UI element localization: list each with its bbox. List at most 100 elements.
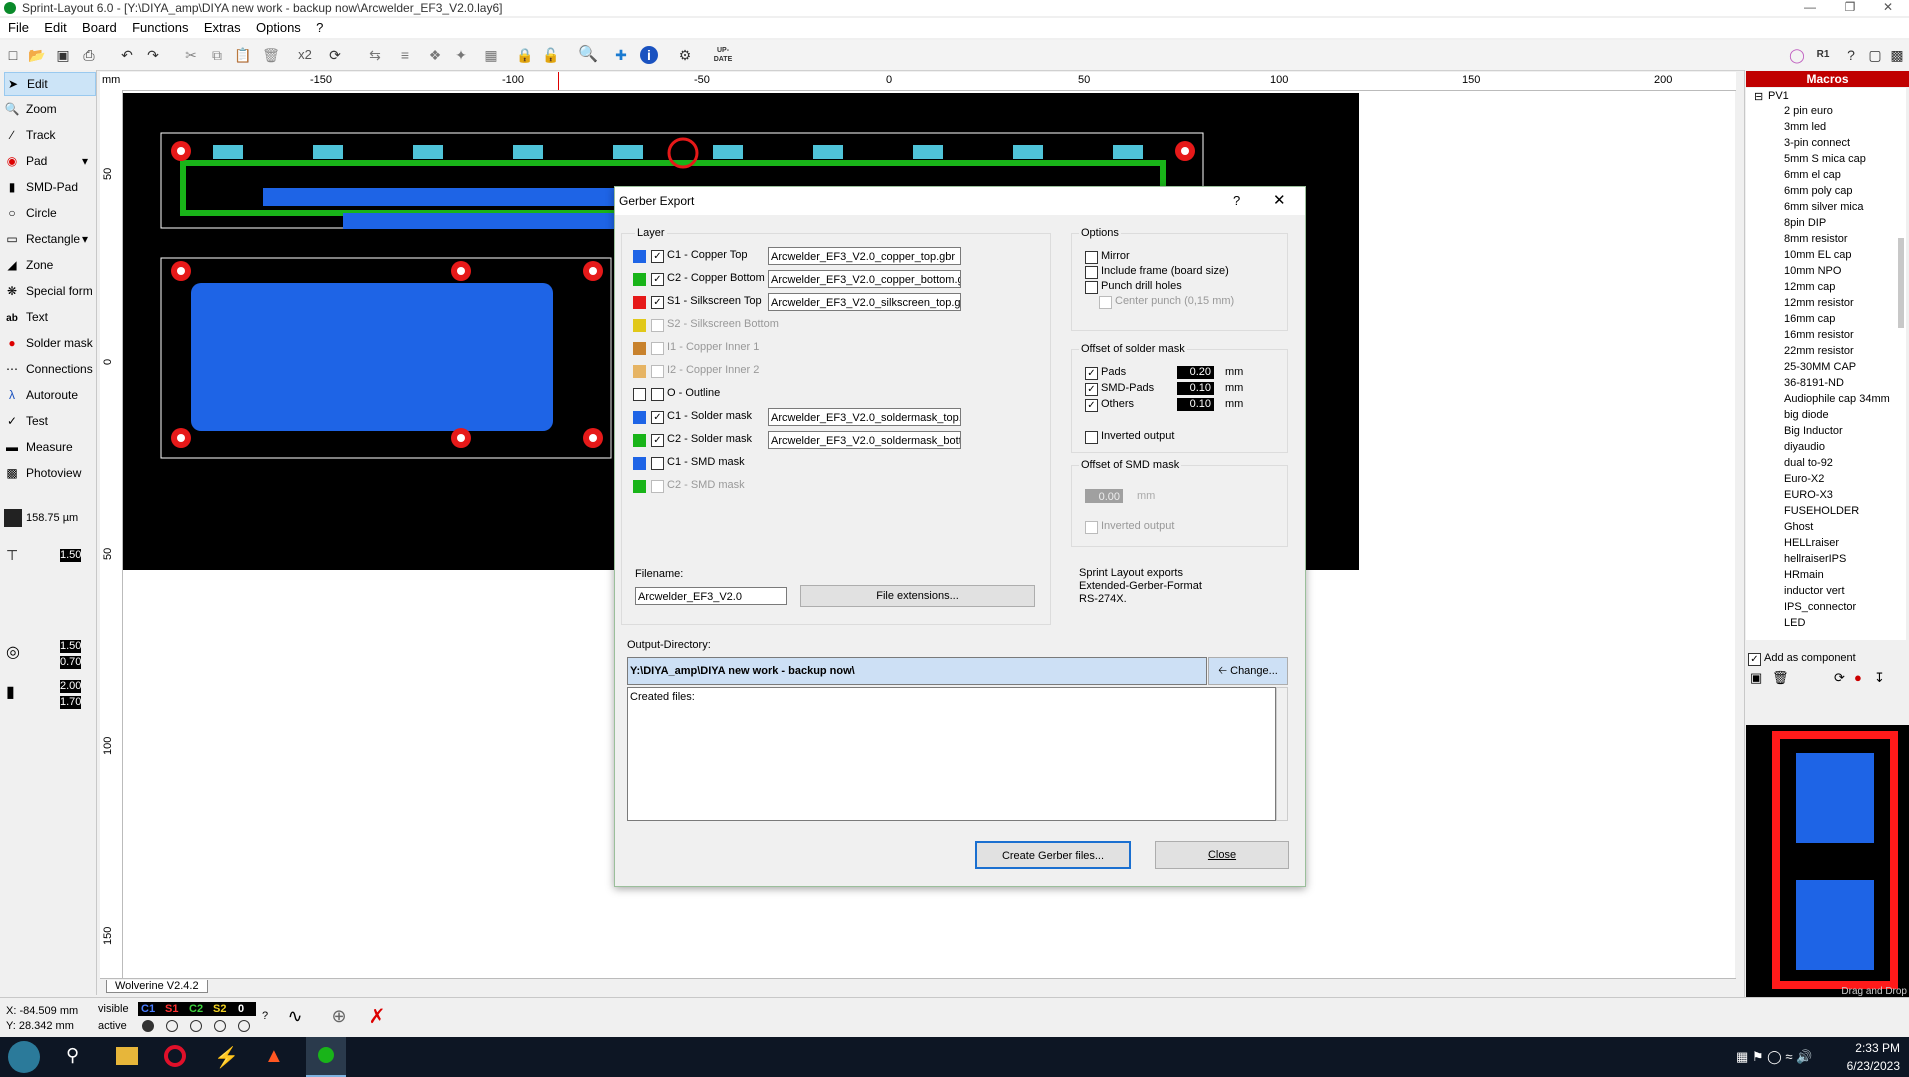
option-checkbox[interactable] xyxy=(1085,266,1098,279)
option-checkbox[interactable] xyxy=(1085,251,1098,264)
routing-icon[interactable]: ∿ xyxy=(282,1006,308,1032)
redo-icon[interactable]: ↷ xyxy=(144,46,162,64)
menu-help[interactable]: ? xyxy=(316,18,323,38)
tool-photoview[interactable]: ▩ Photoview xyxy=(4,462,94,484)
solder-offset-value[interactable]: 0.10 xyxy=(1177,398,1214,411)
macro-item[interactable]: FUSEHOLDER xyxy=(1784,505,1859,517)
tool-special-form[interactable]: ❋ Special form xyxy=(4,280,94,302)
menu-file[interactable]: File xyxy=(8,18,29,38)
layer-tools-icon[interactable]: ▦ xyxy=(482,46,500,64)
pad-outer-value[interactable]: 1.50 xyxy=(60,640,81,653)
macro-preview[interactable]: Drag and Drop xyxy=(1746,725,1909,997)
macro-item[interactable]: 6mm poly cap xyxy=(1784,185,1852,197)
layer-checkbox[interactable] xyxy=(651,319,664,332)
created-files-scrollbar[interactable] xyxy=(1276,687,1288,821)
info-icon[interactable]: i xyxy=(640,46,658,64)
macro-item[interactable]: 10mm NPO xyxy=(1784,265,1841,277)
paste-icon[interactable]: 📋 xyxy=(234,46,252,64)
search-icon[interactable]: ⚲ xyxy=(66,1045,79,1066)
macro-circle-icon[interactable]: ◯ xyxy=(1788,46,1806,64)
tool-autoroute[interactable]: λ Autoroute xyxy=(4,384,94,406)
restore-button[interactable]: ❐ xyxy=(1830,0,1870,14)
macro-item[interactable]: IPS_connector xyxy=(1784,601,1856,613)
tool-solder-mask[interactable]: ● Solder mask xyxy=(4,332,94,354)
layer-c1[interactable]: C1 xyxy=(141,1003,155,1015)
radio-c1[interactable] xyxy=(142,1020,154,1032)
file-extensions-button[interactable]: File extensions... xyxy=(800,585,1035,607)
start-button-icon[interactable] xyxy=(8,1041,40,1073)
settings-icon[interactable]: ⚙ xyxy=(676,46,694,64)
delete-icon[interactable]: 🗑 xyxy=(1772,670,1789,686)
macro-item[interactable]: EURO-X3 xyxy=(1784,489,1833,501)
layer-filename-input[interactable]: Arcwelder_EF3_V2.0_soldermask_top.gbr xyxy=(768,408,961,426)
macro-tree[interactable]: ⊟ PV1 2 pin euro 3mm led 3-pin connect 5mm … xyxy=(1746,88,1906,640)
tool-edit[interactable]: ➤ Edit xyxy=(4,72,96,96)
solder-offset-value[interactable]: 0.10 xyxy=(1177,382,1214,395)
tool-text[interactable]: ab Text xyxy=(4,306,94,328)
tool-rectangle[interactable]: ▭ Rectangle ▾ xyxy=(4,228,94,250)
question-icon[interactable]: ? xyxy=(1842,46,1860,64)
macro-item[interactable]: 16mm resistor xyxy=(1784,329,1854,341)
radio-s2[interactable] xyxy=(214,1020,226,1032)
minimize-button[interactable]: — xyxy=(1790,0,1830,14)
opera-icon[interactable] xyxy=(164,1045,186,1067)
smd-height-value[interactable]: 1.70 xyxy=(60,696,81,709)
group-icon[interactable]: ❖ xyxy=(426,46,444,64)
menu-options[interactable]: Options xyxy=(256,18,301,38)
layer-checkbox[interactable]: ✓ xyxy=(651,250,664,263)
macro-item[interactable]: 12mm cap xyxy=(1784,281,1835,293)
file-explorer-icon[interactable] xyxy=(116,1047,138,1065)
smd-inverted-checkbox[interactable] xyxy=(1085,521,1098,534)
macro-item[interactable]: Audiophile cap 34mm xyxy=(1784,393,1890,405)
record-icon[interactable]: ● xyxy=(1854,670,1862,685)
tool-test[interactable]: ✓ Test xyxy=(4,410,94,432)
no-connection-icon[interactable]: ✗ xyxy=(362,1004,392,1030)
macro-item[interactable]: 6mm silver mica xyxy=(1784,201,1863,213)
system-tray-icons[interactable]: ▦ ⚑ ◯ ≈ 🔊 xyxy=(1736,1049,1812,1065)
align-icon[interactable]: ≡ xyxy=(396,46,414,64)
save-icon[interactable]: ▣ xyxy=(54,46,72,64)
output-directory-field[interactable]: Y:\DIYA_amp\DIYA new work - backup now\ xyxy=(627,657,1207,685)
change-directory-button[interactable]: 🡠 Change... xyxy=(1208,657,1288,685)
save-icon[interactable]: ▣ xyxy=(1750,670,1762,686)
import-icon[interactable]: ↧ xyxy=(1874,670,1885,686)
tool-circle[interactable]: ○ Circle xyxy=(4,202,94,224)
menu-functions[interactable]: Functions xyxy=(132,18,188,38)
tool-connections[interactable]: ⋯ Connections xyxy=(4,358,94,380)
macro-item[interactable]: dual to-92 xyxy=(1784,457,1833,469)
layer-s1[interactable]: S1 xyxy=(165,1003,178,1015)
layer-checkbox[interactable]: ✓ xyxy=(651,411,664,424)
layer-checkbox[interactable] xyxy=(651,457,664,470)
dialog-close-button[interactable]: Close xyxy=(1155,841,1289,869)
sprint-layout-taskbar-icon[interactable] xyxy=(306,1037,346,1077)
solder-offset-value[interactable]: 0.20 xyxy=(1177,366,1214,379)
layer-filename-input[interactable]: Arcwelder_EF3_V2.0_copper_top.gbr xyxy=(768,247,961,265)
filename-input[interactable]: Arcwelder_EF3_V2.0 xyxy=(635,587,787,605)
option-checkbox[interactable] xyxy=(1085,281,1098,294)
menu-board[interactable]: Board xyxy=(82,18,117,38)
solder-offset-checkbox[interactable]: ✓ xyxy=(1085,399,1098,412)
undo-icon[interactable]: ↶ xyxy=(118,46,136,64)
duplicate-icon[interactable]: x2 xyxy=(294,46,316,64)
macro-item[interactable]: 12mm resistor xyxy=(1784,297,1854,309)
macro-item[interactable]: 36-8191-ND xyxy=(1784,377,1844,389)
layer-checkbox[interactable] xyxy=(651,388,664,401)
macro-item[interactable]: Big Inductor xyxy=(1784,425,1843,437)
tool-zone[interactable]: ◢ Zone xyxy=(4,254,94,276)
layer-s2[interactable]: S2 xyxy=(213,1003,226,1015)
ungroup-icon[interactable]: ✦ xyxy=(452,46,470,64)
macro-item[interactable]: 8pin DIP xyxy=(1784,217,1826,229)
layer-checkbox[interactable]: ✓ xyxy=(651,434,664,447)
tool-track[interactable]: ∕ Track xyxy=(4,124,94,146)
layer-checkbox[interactable] xyxy=(651,480,664,493)
pointer-icon[interactable]: ✚ xyxy=(612,46,630,64)
inverted-output-checkbox[interactable] xyxy=(1085,431,1098,444)
update-icon[interactable]: UP-DATE xyxy=(710,46,736,64)
layer-checkbox[interactable] xyxy=(651,342,664,355)
macro-item[interactable]: 3-pin connect xyxy=(1784,137,1850,149)
tool-measure[interactable]: ▬ Measure xyxy=(4,436,94,458)
refresh-icon[interactable]: ⟳ xyxy=(1834,670,1845,686)
close-window-button[interactable]: ✕ xyxy=(1868,0,1908,14)
macro-item[interactable]: Euro-X2 xyxy=(1784,473,1824,485)
tool-smd-pad[interactable]: ▮ SMD-Pad xyxy=(4,176,94,198)
